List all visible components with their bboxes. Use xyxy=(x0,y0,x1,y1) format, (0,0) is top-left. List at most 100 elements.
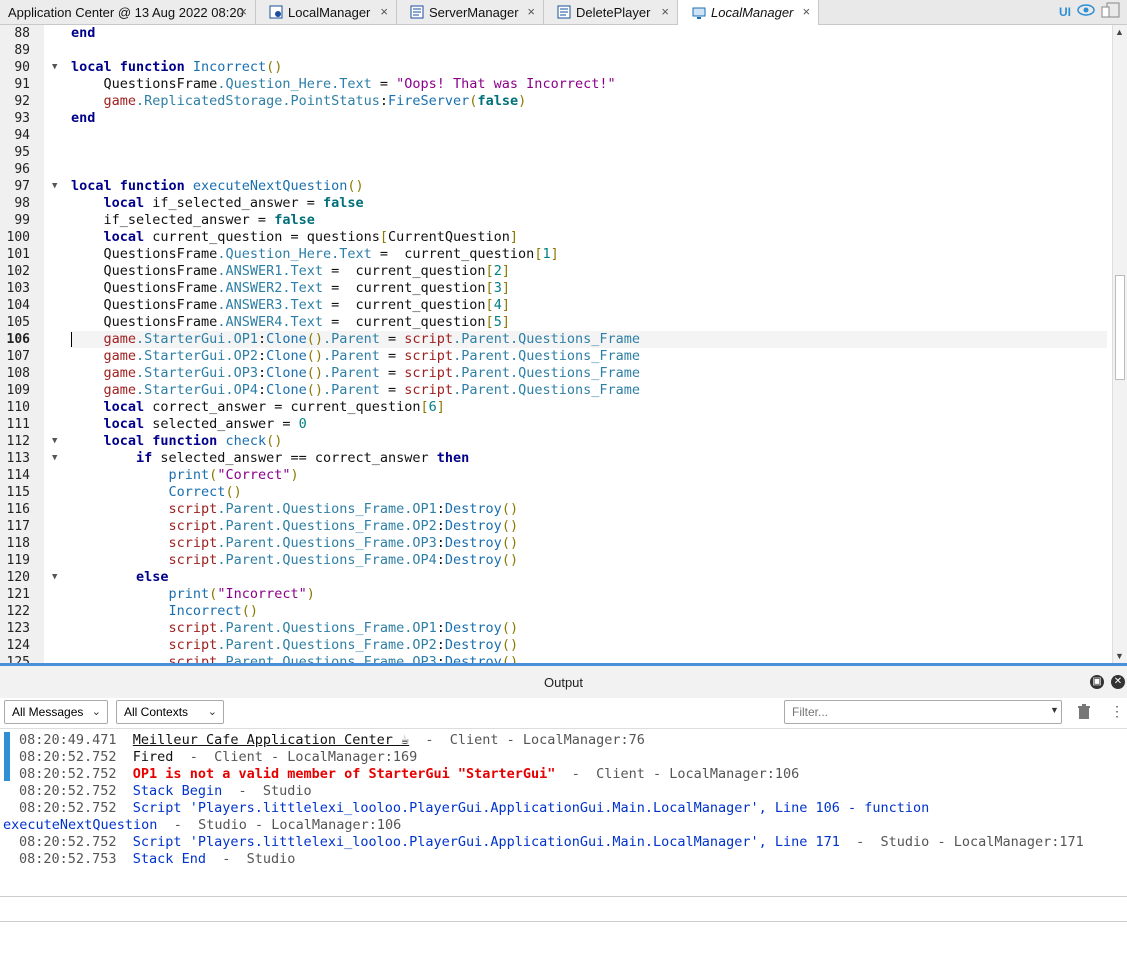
code-line[interactable]: 99 if_selected_answer = false xyxy=(0,212,1112,229)
chevron-down-icon: ⌄ xyxy=(91,706,101,718)
scroll-up-arrow-icon[interactable]: ▲ xyxy=(1115,27,1124,37)
device-icon[interactable] xyxy=(1101,2,1121,23)
log-entry[interactable]: executeNextQuestion - Studio - LocalMana… xyxy=(3,817,1127,834)
code-line[interactable]: 112 ▼ local function check() xyxy=(0,433,1112,450)
code-token: : xyxy=(436,620,445,636)
code-line[interactable]: 124 script.Parent.Questions_Frame.OP2:De… xyxy=(0,637,1112,654)
code-line[interactable]: 111 local selected_answer = 0 xyxy=(0,416,1112,433)
code-editor[interactable]: 88 end 89 90 ▼ local function Incorrect() 91 Q… xyxy=(0,25,1112,663)
code-line[interactable]: 103 QuestionsFrame.ANSWER2.Text = curren… xyxy=(0,280,1112,297)
code-line[interactable]: 120 ▼ else xyxy=(0,569,1112,586)
chevron-down-icon: ⌄ xyxy=(207,706,217,718)
code-token: [ xyxy=(485,297,494,313)
tab-application-center[interactable]: Application Center @ 13 Aug 2022 08:20 × xyxy=(0,0,256,24)
editor-vertical-scrollbar[interactable]: ▲ ▼ xyxy=(1112,25,1127,663)
code-line[interactable]: 110 local correct_answer = current_quest… xyxy=(0,399,1112,416)
messages-filter-dropdown[interactable]: All Messages ⌄ xyxy=(4,700,108,724)
code-line[interactable]: 92 game.ReplicatedStorage.PointStatus:Fi… xyxy=(0,93,1112,110)
line-number: 95 xyxy=(14,145,30,160)
filter-input[interactable] xyxy=(784,700,1062,724)
code-line[interactable]: 125 script.Parent.Questions_Frame.OP3:De… xyxy=(0,654,1112,663)
code-token: : xyxy=(436,637,445,653)
tab-deleteplayer[interactable]: DeletePlayer × xyxy=(544,0,678,24)
code-line[interactable]: 117 script.Parent.Questions_Frame.OP2:De… xyxy=(0,518,1112,535)
code-line[interactable]: 121 print("Incorrect") xyxy=(0,586,1112,603)
close-icon[interactable]: × xyxy=(239,4,247,19)
code-token: else xyxy=(71,569,169,585)
log-entry[interactable]: 08:20:52.752 Stack Begin - Studio xyxy=(19,783,1127,800)
log-entry[interactable]: 08:20:52.752 OP1 is not a valid member o… xyxy=(19,766,1127,783)
close-icon[interactable]: × xyxy=(527,4,535,19)
contexts-filter-dropdown[interactable]: All Contexts ⌄ xyxy=(116,700,224,724)
code-line[interactable]: 106 game.StarterGui.OP1:Clone().Parent =… xyxy=(0,331,1112,348)
code-line[interactable]: 122 Incorrect() xyxy=(0,603,1112,620)
log-token: OP1 is not a valid member of StarterGui … xyxy=(132,766,556,782)
command-bar[interactable] xyxy=(0,896,1127,922)
code-line[interactable]: 123 script.Parent.Questions_Frame.OP1:De… xyxy=(0,620,1112,637)
tab-localmanager-active[interactable]: LocalManager × xyxy=(678,0,819,25)
code-line[interactable]: 109 game.StarterGui.OP4:Clone().Parent =… xyxy=(0,382,1112,399)
eye-icon[interactable] xyxy=(1077,3,1095,21)
scrollbar-thumb[interactable] xyxy=(1115,275,1125,380)
code-text: print("Correct") xyxy=(71,467,1107,484)
code-line[interactable]: 105 QuestionsFrame.ANSWER4.Text = curren… xyxy=(0,314,1112,331)
code-line[interactable]: 98 local if_selected_answer = false xyxy=(0,195,1112,212)
code-line[interactable]: 90 ▼ local function Incorrect() xyxy=(0,59,1112,76)
code-line[interactable]: 115 Correct() xyxy=(0,484,1112,501)
log-entry[interactable]: 08:20:49.471 Meilleur Cafe Application C… xyxy=(19,732,1127,749)
close-icon[interactable]: × xyxy=(380,4,388,19)
log-entry[interactable]: 08:20:52.752 Script 'Players.littlelexi_… xyxy=(19,800,1127,817)
code-token: game xyxy=(71,382,137,398)
fold-toggle-icon[interactable]: ▼ xyxy=(52,178,57,195)
code-line[interactable]: 102 QuestionsFrame.ANSWER1.Text = curren… xyxy=(0,263,1112,280)
code-line[interactable]: 104 QuestionsFrame.ANSWER3.Text = curren… xyxy=(0,297,1112,314)
close-icon[interactable]: × xyxy=(661,4,669,19)
code-token: script xyxy=(71,501,218,517)
code-line[interactable]: 100 local current_question = questions[C… xyxy=(0,229,1112,246)
code-line[interactable]: 89 xyxy=(0,42,1112,59)
code-token: game xyxy=(71,348,137,364)
code-line[interactable]: 113 ▼ if selected_answer == correct_answe… xyxy=(0,450,1112,467)
code-line[interactable]: 114 print("Correct") xyxy=(0,467,1112,484)
code-line[interactable]: 94 xyxy=(0,127,1112,144)
more-options-icon[interactable]: ⋮ xyxy=(1110,703,1124,720)
code-token: = current_question xyxy=(322,314,486,330)
code-line[interactable]: 93 end xyxy=(0,110,1112,127)
fold-toggle-icon[interactable]: ▼ xyxy=(52,59,57,76)
log-entry[interactable]: 08:20:52.752 Fired - Client - LocalManag… xyxy=(19,749,1127,766)
code-line[interactable]: 108 game.StarterGui.OP3:Clone().Parent =… xyxy=(0,365,1112,382)
code-token: .StarterGui.OP2 xyxy=(136,348,258,364)
log-token: - Client - LocalManager:106 xyxy=(555,766,800,782)
code-line[interactable]: 95 xyxy=(0,144,1112,161)
code-token: executeNextQuestion xyxy=(192,178,348,194)
code-line[interactable]: 91 QuestionsFrame.Question_Here.Text = "… xyxy=(0,76,1112,93)
log-token: 08:20:52.753 xyxy=(19,851,133,867)
code-line[interactable]: 101 QuestionsFrame.Question_Here.Text = … xyxy=(0,246,1112,263)
fold-toggle-icon[interactable]: ▼ xyxy=(52,433,57,450)
code-line[interactable]: 88 end xyxy=(0,25,1112,42)
code-text: print("Incorrect") xyxy=(71,586,1107,603)
close-icon[interactable]: ✕ xyxy=(1111,675,1125,689)
tab-localmanager[interactable]: LocalManager × xyxy=(256,0,397,24)
code-token: Destroy xyxy=(444,654,502,663)
code-token: () xyxy=(347,178,364,194)
code-line[interactable]: 119 script.Parent.Questions_Frame.OP4:De… xyxy=(0,552,1112,569)
line-number: 101 xyxy=(6,247,30,262)
tab-servermanager[interactable]: ServerManager × xyxy=(397,0,544,24)
trash-icon[interactable] xyxy=(1076,704,1092,725)
ui-toggle-label[interactable]: UI xyxy=(1059,5,1071,19)
undock-icon[interactable]: ▣ xyxy=(1090,675,1104,689)
log-entry[interactable]: 08:20:52.753 Stack End - Studio xyxy=(19,851,1127,868)
fold-toggle-icon[interactable]: ▼ xyxy=(52,450,57,467)
log-entry[interactable]: 08:20:52.752 Script 'Players.littlelexi_… xyxy=(19,834,1127,851)
code-line[interactable]: 107 game.StarterGui.OP2:Clone().Parent =… xyxy=(0,348,1112,365)
code-line[interactable]: 118 script.Parent.Questions_Frame.OP3:De… xyxy=(0,535,1112,552)
code-line[interactable]: 96 xyxy=(0,161,1112,178)
code-text: if_selected_answer = false xyxy=(71,212,1107,229)
line-number: 106 xyxy=(6,332,30,347)
code-line[interactable]: 116 script.Parent.Questions_Frame.OP1:De… xyxy=(0,501,1112,518)
scroll-down-arrow-icon[interactable]: ▼ xyxy=(1115,651,1124,661)
fold-toggle-icon[interactable]: ▼ xyxy=(52,569,57,586)
close-icon[interactable]: × xyxy=(802,4,810,19)
code-line[interactable]: 97 ▼ local function executeNextQuestion() xyxy=(0,178,1112,195)
